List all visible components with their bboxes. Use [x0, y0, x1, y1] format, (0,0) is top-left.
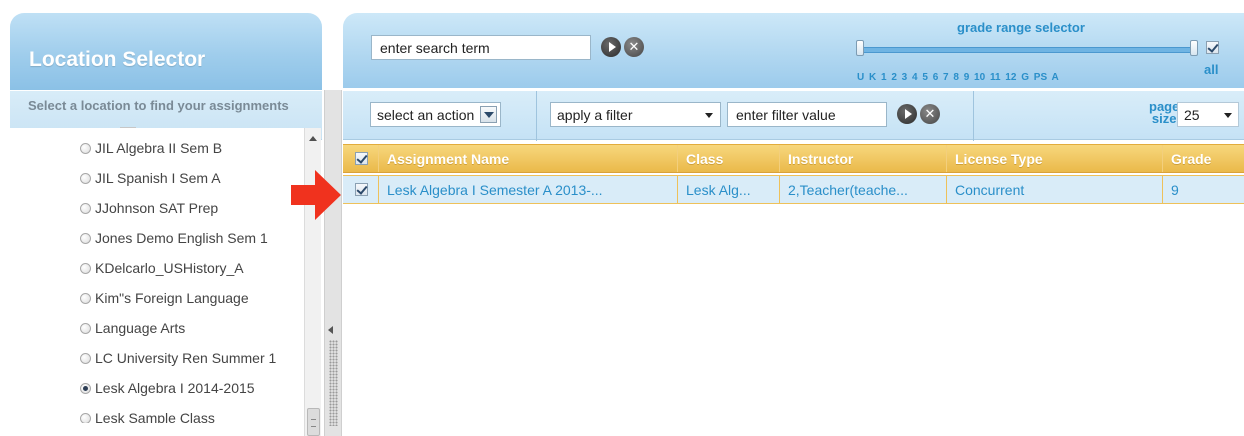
- location-item[interactable]: JIL Algebra II Sem B: [80, 138, 222, 158]
- location-item-label: JJohnson SAT Prep: [95, 200, 219, 216]
- filter-select[interactable]: apply a filter: [550, 102, 721, 127]
- location-selector-title: Location Selector: [29, 48, 206, 71]
- cell-class: Lesk Alg...: [678, 176, 780, 203]
- location-item[interactable]: Jones Demo English Sem 1: [80, 228, 268, 248]
- select-all-checkbox[interactable]: [355, 152, 368, 165]
- cell-grade: 9: [1171, 181, 1179, 198]
- toolbar-divider: [536, 91, 537, 141]
- location-item-label: Lesk Sample Class: [95, 410, 215, 423]
- column-header-grade[interactable]: Grade: [1163, 145, 1244, 172]
- assignments-header: ✕ grade range selector U K 1 2 3 4 5 6 7…: [343, 13, 1244, 88]
- radio-button[interactable]: [80, 262, 91, 274]
- table-row[interactable]: Lesk Algebra I Semester A 2013-... Lesk …: [343, 175, 1244, 204]
- cell-assignment-name[interactable]: Lesk Algebra I Semester A 2013-...: [379, 176, 678, 203]
- splitter-grip-icon[interactable]: [329, 340, 338, 426]
- radio-button[interactable]: [80, 412, 91, 423]
- filter-select-value: apply a filter: [557, 106, 633, 123]
- filter-go-icon[interactable]: [897, 104, 917, 124]
- chevron-down-icon[interactable]: [480, 106, 497, 123]
- location-item[interactable]: KDelcarlo_USHistory_A: [80, 258, 244, 278]
- radio-button[interactable]: [80, 232, 91, 244]
- location-item-label: LC University Ren Summer 1: [95, 350, 277, 366]
- radio-button[interactable]: [80, 352, 91, 364]
- scroll-up-arrow-icon[interactable]: [309, 136, 317, 141]
- search-clear-icon[interactable]: ✕: [624, 37, 644, 57]
- location-item-label: KDelcarlo_USHistory_A: [95, 260, 244, 276]
- page-size-label: page size: [1149, 100, 1179, 126]
- search-go-icon[interactable]: [601, 37, 621, 57]
- column-header-instructor[interactable]: Instructor: [780, 145, 947, 172]
- column-header-license-type[interactable]: License Type: [947, 145, 1163, 172]
- row-select-cell: [343, 176, 379, 203]
- all-grades-checkbox[interactable]: [1206, 41, 1219, 55]
- red-arrow-icon: [291, 170, 341, 220]
- search-input[interactable]: [371, 35, 591, 60]
- scrollbar-thumb[interactable]: [307, 408, 320, 436]
- chevron-down-icon[interactable]: [1224, 113, 1232, 118]
- row-checkbox[interactable]: [355, 183, 368, 196]
- cell-license-type: Concurrent: [947, 176, 1163, 203]
- location-item-label: Kim"s Foreign Language: [95, 290, 249, 306]
- grade-range-min-handle[interactable]: [856, 40, 864, 56]
- grade-range-title: grade range selector: [957, 20, 1085, 35]
- location-list: JIL Algebra II Sem B JIL Spanish I Sem A…: [10, 128, 314, 423]
- location-item[interactable]: Kim"s Foreign Language: [80, 288, 249, 308]
- grade-range-max-handle[interactable]: [1190, 40, 1198, 56]
- location-item-label: Language Arts: [95, 320, 186, 336]
- location-selector-header: Location Selector: [10, 13, 322, 90]
- filter-value-input[interactable]: [727, 102, 887, 127]
- location-item[interactable]: Language Arts: [80, 318, 185, 338]
- all-grades-label: all: [1204, 62, 1219, 77]
- location-item-selected[interactable]: Lesk Algebra I 2014-2015: [80, 378, 255, 398]
- toolbar-divider: [973, 91, 974, 141]
- column-header-assignment-name[interactable]: Assignment Name: [379, 145, 678, 172]
- select-all-cell: [343, 145, 379, 172]
- radio-button[interactable]: [80, 292, 91, 304]
- assignments-toolbar: select an action apply a filter ✕ page s…: [343, 90, 1244, 141]
- location-item-label: Lesk Algebra I 2014-2015: [95, 380, 255, 396]
- grid-header-row: Assignment Name Class Instructor License…: [343, 144, 1244, 173]
- grade-range-labels: U K 1 2 3 4 5 6 7 8 9 10 11 12 G PS A: [857, 72, 1059, 83]
- action-select[interactable]: select an action: [370, 102, 501, 127]
- grade-range-slider[interactable]: [859, 47, 1196, 53]
- location-item-label: JIL Algebra II Sem B: [95, 140, 223, 156]
- location-item[interactable]: JIL Spanish I Sem A: [80, 168, 221, 188]
- page-size-label-line2: size: [1151, 111, 1177, 126]
- location-item[interactable]: JJohnson SAT Prep: [80, 198, 218, 218]
- collapse-left-arrow-icon[interactable]: [328, 326, 333, 334]
- location-item-label: Jones Demo English Sem 1: [95, 230, 268, 246]
- radio-button[interactable]: [80, 142, 91, 154]
- assignments-grid: Assignment Name Class Instructor License…: [343, 144, 1244, 204]
- radio-button-checked[interactable]: [80, 382, 91, 394]
- cell-instructor: 2,Teacher(teache...: [780, 176, 947, 203]
- page-size-value: 25: [1184, 106, 1200, 123]
- chevron-down-icon[interactable]: [705, 113, 713, 118]
- page-size-select[interactable]: 25: [1177, 102, 1239, 127]
- location-item[interactable]: Lesk Sample Class: [80, 408, 215, 423]
- location-item[interactable]: LC University Ren Summer 1: [80, 348, 276, 368]
- radio-button[interactable]: [80, 172, 91, 184]
- panel-splitter[interactable]: [324, 90, 342, 436]
- radio-button[interactable]: [80, 202, 91, 214]
- column-header-class[interactable]: Class: [678, 145, 780, 172]
- filter-clear-icon[interactable]: ✕: [920, 104, 940, 124]
- location-item-label: JIL Spanish I Sem A: [95, 170, 221, 186]
- radio-button[interactable]: [80, 322, 91, 334]
- action-select-value: select an action: [377, 106, 475, 123]
